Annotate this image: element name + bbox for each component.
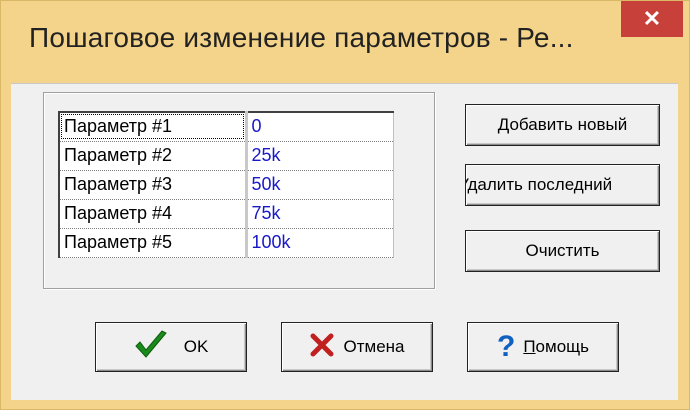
cancel-label: Отмена [343,337,405,356]
close-button[interactable]: ✕ [621,1,683,37]
param-name-cell[interactable]: Параметр #3 [59,170,248,200]
question-icon: ? [497,330,516,363]
table-row[interactable]: Параметр #2 25k [59,141,394,171]
table-row[interactable]: Параметр #4 75k [59,199,394,229]
table-row[interactable]: Параметр #3 50k [59,170,394,200]
param-value-cell[interactable]: 100k [246,228,394,258]
cancel-button[interactable]: Отмена [281,322,433,372]
help-button[interactable]: ? Помощь [467,322,619,372]
table-row[interactable]: Параметр #5 100k [59,228,394,258]
add-new-button[interactable]: Добавить новый [465,104,660,146]
clear-button[interactable]: Очистить [465,230,660,272]
dialog-window: Пошаговое изменение параметров - Ре... ✕… [0,0,690,410]
param-name-cell[interactable]: Параметр #1 [59,112,248,142]
remove-last-label: Удалить последний [465,175,613,194]
param-value-cell[interactable]: 75k [246,199,394,229]
param-value-cell[interactable]: 50k [246,170,394,200]
x-icon [310,333,334,362]
param-name-cell[interactable]: Параметр #2 [59,141,248,171]
param-name-cell[interactable]: Параметр #4 [59,199,248,229]
param-value-cell[interactable]: 0 [246,112,394,142]
parameters-grid[interactable]: Параметр #1 0 Параметр #2 25k Параметр #… [58,111,394,258]
window-title: Пошаговое изменение параметров - Ре... [29,22,574,53]
dialog-client-area: Параметр #1 0 Параметр #2 25k Параметр #… [11,83,678,400]
ok-button[interactable]: OK [95,322,247,372]
title-bar[interactable]: Пошаговое изменение параметров - Ре... ✕ [1,1,690,83]
table-row[interactable]: Параметр #1 0 [59,112,394,142]
add-new-label: Добавить новый [497,115,628,134]
close-icon: ✕ [642,6,662,31]
help-label: Помощь [523,337,589,356]
check-icon [134,329,168,365]
param-value-cell[interactable]: 25k [246,141,394,171]
parameters-groupbox: Параметр #1 0 Параметр #2 25k Параметр #… [43,92,435,289]
param-name-cell[interactable]: Параметр #5 [59,228,248,258]
ok-label: OK [183,337,209,356]
clear-label: Очистить [525,241,600,260]
remove-last-button[interactable]: Удалить последний [465,164,660,206]
